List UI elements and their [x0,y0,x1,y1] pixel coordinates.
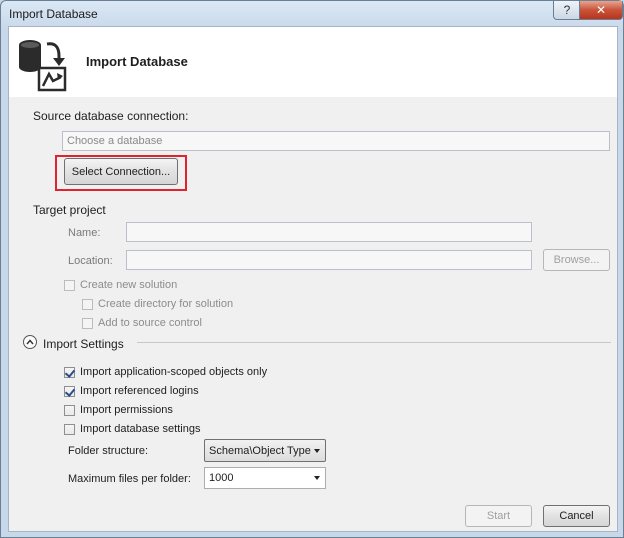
database-picker[interactable]: Choose a database [62,131,610,151]
import-settings-label: Import Settings [43,337,124,351]
window-title: Import Database [9,7,98,21]
chevron-up-icon [26,339,34,345]
option-database-settings[interactable]: Import database settings [64,422,200,436]
dialog-content: Import Database Source database connecti… [8,26,618,532]
project-location-field[interactable] [126,250,532,270]
create-directory-option[interactable]: Create directory for solution [82,297,233,311]
referenced-logins-checkbox[interactable] [64,385,75,397]
project-name-field[interactable] [126,222,532,242]
max-files-value: 1000 [209,472,234,484]
create-solution-checkbox[interactable] [64,279,75,291]
max-files-label: Maximum files per folder: [68,473,191,485]
location-label: Location: [68,255,113,267]
database-settings-checkbox[interactable] [64,423,75,435]
folder-structure-dropdown[interactable]: Schema\Object Type [204,439,326,462]
source-control-option[interactable]: Add to source control [82,316,202,330]
section-divider [137,342,611,343]
folder-structure-label: Folder structure: [68,445,149,457]
chevron-down-icon [314,476,320,480]
cancel-button[interactable]: Cancel [543,505,610,527]
option-permissions[interactable]: Import permissions [64,403,173,417]
create-directory-checkbox[interactable] [82,298,93,310]
permissions-label: Import permissions [80,404,173,416]
permissions-checkbox[interactable] [64,404,75,416]
create-solution-option[interactable]: Create new solution [64,278,177,292]
title-bar[interactable]: Import Database ? ✕ [1,1,623,27]
option-app-scoped[interactable]: Import application-scoped objects only [64,365,267,379]
name-label: Name: [68,227,101,239]
source-control-label: Add to source control [98,317,202,329]
source-connection-label: Source database connection: [33,109,189,123]
target-project-label: Target project [33,203,106,217]
chevron-down-icon [314,448,320,453]
help-button[interactable]: ? [553,1,581,20]
create-directory-label: Create directory for solution [98,298,234,310]
database-import-icon [17,36,77,94]
source-control-checkbox[interactable] [82,317,93,329]
close-button[interactable]: ✕ [579,1,623,20]
app-scoped-label: Import application-scoped objects only [80,366,268,378]
start-button[interactable]: Start [465,505,532,527]
browse-button[interactable]: Browse... [543,249,610,271]
app-scoped-checkbox[interactable] [64,366,75,378]
import-database-dialog: Import Database ? ✕ Import Database Sour… [0,0,624,538]
option-referenced-logins[interactable]: Import referenced logins [64,384,199,398]
database-settings-label: Import database settings [80,423,201,435]
create-solution-label: Create new solution [80,279,178,291]
help-icon: ? [563,3,571,17]
header-title: Import Database [86,54,188,69]
folder-structure-value: Schema\Object Type [209,444,311,457]
collapse-import-settings-button[interactable] [23,335,37,349]
highlight-annotation [55,155,187,191]
close-icon: ✕ [595,3,607,17]
max-files-dropdown[interactable]: 1000 [204,467,326,489]
referenced-logins-label: Import referenced logins [80,385,199,397]
header-band: Import Database [9,27,617,97]
